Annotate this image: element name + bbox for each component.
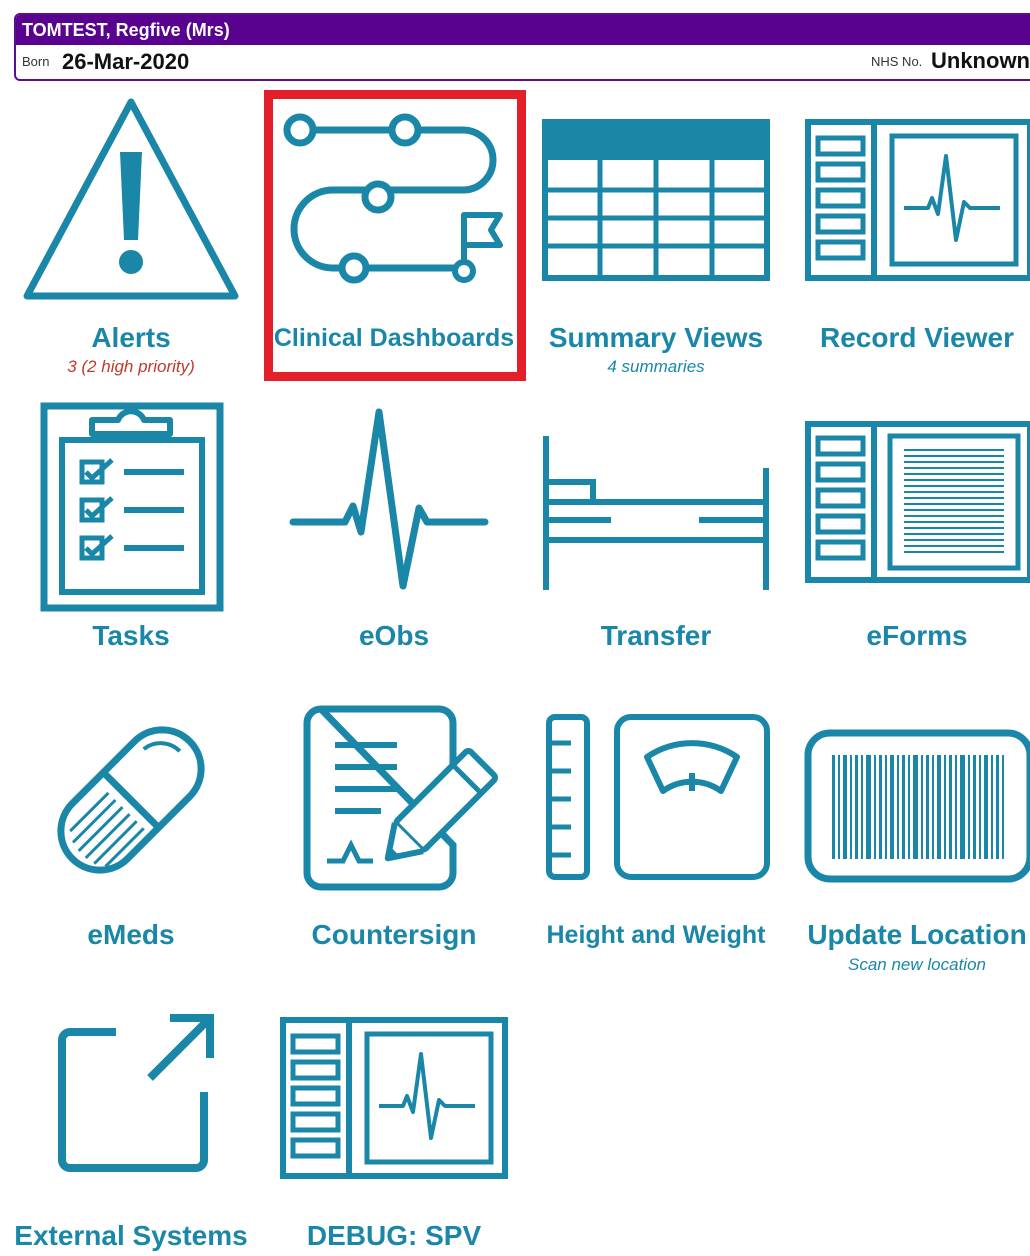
tile-label-summary-views: Summary Views	[548, 322, 764, 353]
tile-label-debug-spv: DEBUG: SPV	[306, 1220, 482, 1251]
patient-details-row: Born 26-Mar-2020 NHS No. Unknown	[16, 45, 1030, 79]
nhs-number-value: Unknown	[931, 48, 1030, 73]
tile-eobs[interactable]: eObs	[263, 390, 525, 670]
clipboard-checklist-icon	[40, 402, 224, 612]
document-pen-icon	[303, 705, 498, 891]
tile-label-transfer: Transfer	[600, 620, 712, 651]
summary-count-subtitle: 4 summaries	[607, 357, 705, 376]
pathway-flag-icon	[283, 113, 503, 284]
tile-label-eforms: eForms	[866, 620, 968, 651]
tile-label-clinical-dashboards: Clinical Dashboards	[273, 324, 515, 352]
born-date: 26-Mar-2020	[62, 49, 190, 74]
tile-label-eobs: eObs	[358, 620, 430, 651]
tile-label-height-weight: Height and Weight	[546, 921, 766, 949]
barcode-icon	[804, 729, 1030, 883]
tile-summary-views[interactable]: Summary Views 4 summaries	[525, 90, 787, 380]
alerts-count-subtitle: 3 (2 high priority)	[67, 357, 195, 376]
born-label: Born	[22, 54, 50, 69]
tile-label-countersign: Countersign	[311, 919, 477, 950]
table-grid-icon	[542, 119, 770, 281]
bed-icon	[543, 436, 769, 590]
form-document-icon	[805, 421, 1030, 583]
heartbeat-icon	[289, 408, 489, 590]
scale-ruler-icon	[546, 714, 770, 880]
patient-name: TOMTEST, Regfive (Mrs)	[16, 15, 1030, 45]
tile-countersign[interactable]: Countersign	[263, 695, 525, 985]
record-monitor-icon	[805, 119, 1030, 281]
tile-eforms[interactable]: eForms	[786, 390, 1030, 670]
tile-alerts[interactable]: Alerts 3 (2 high priority)	[0, 90, 262, 380]
tile-label-emeds: eMeds	[87, 919, 175, 950]
nhs-number-label: NHS No.	[871, 54, 923, 69]
update-location-subtitle: Scan new location	[848, 955, 986, 974]
tile-label-update-location: Update Location	[807, 919, 1027, 950]
tile-emeds[interactable]: eMeds	[0, 695, 262, 985]
tile-debug-spv[interactable]: DEBUG: SPV	[263, 1000, 525, 1256]
tile-tasks[interactable]: Tasks	[0, 390, 262, 670]
tile-label-record-viewer: Record Viewer	[819, 322, 1015, 353]
warning-triangle-icon	[23, 98, 239, 300]
record-monitor-icon	[280, 1017, 508, 1179]
external-link-icon	[58, 1014, 214, 1172]
tile-label-external-systems: External Systems	[14, 1220, 248, 1251]
tile-height-weight[interactable]: Height and Weight	[525, 695, 787, 985]
pill-capsule-icon	[57, 726, 205, 874]
tile-update-location[interactable]: Update Location Scan new location	[786, 695, 1030, 985]
tile-record-viewer[interactable]: Record Viewer	[786, 90, 1030, 380]
patient-banner: TOMTEST, Regfive (Mrs) Born 26-Mar-2020 …	[14, 13, 1030, 81]
tile-external-systems[interactable]: External Systems	[0, 1000, 262, 1256]
tile-transfer[interactable]: Transfer	[525, 390, 787, 670]
tile-label-alerts: Alerts	[91, 322, 171, 353]
tile-label-tasks: Tasks	[92, 620, 170, 651]
tile-clinical-dashboards[interactable]: Clinical Dashboards	[263, 90, 525, 380]
